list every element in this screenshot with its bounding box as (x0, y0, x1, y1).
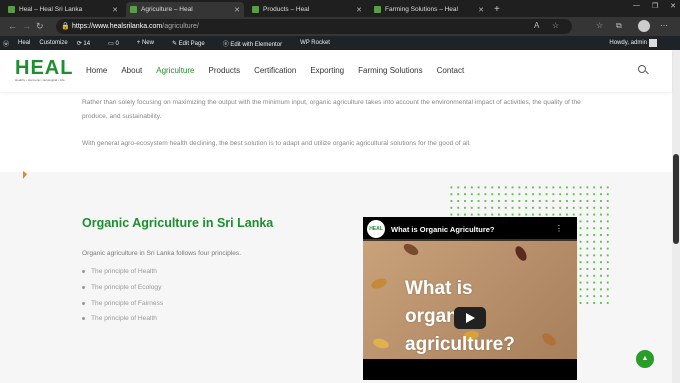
list-item: The principle of Fairness (82, 300, 163, 307)
organic-section: Organic Agriculture in Sri Lanka Organic… (0, 172, 672, 383)
minimize-icon[interactable]: — (633, 2, 640, 10)
back-icon[interactable]: ← (8, 21, 17, 31)
list-item: The principle of Ecology (82, 284, 163, 291)
close-tab-icon[interactable]: ✕ (478, 6, 484, 14)
profile-avatar[interactable] (638, 20, 650, 32)
nav-about[interactable]: About (121, 66, 142, 75)
browser-tab-heal[interactable]: Heal – Heal Sri Lanka ✕ (4, 2, 122, 17)
browser-tab-agriculture[interactable]: Agriculture – Heal ✕ (126, 2, 244, 17)
section-heading: Organic Agriculture in Sri Lanka (82, 216, 274, 230)
main-nav: Home About Agriculture Products Certific… (86, 66, 478, 75)
channel-avatar[interactable]: HEAL (367, 220, 385, 238)
video-title-bar: HEAL What is Organic Agriculture? ⋮ (363, 217, 577, 241)
wp-edit-page-link[interactable]: ✎ Edit Page (172, 40, 214, 47)
admin-avatar[interactable] (649, 39, 657, 47)
address-bar-row: ← → ↻ 🔒 https://www.healsrilanka.com/agr… (0, 17, 680, 36)
tab-label: Farming Solutions – Heal (385, 6, 458, 13)
nav-products[interactable]: Products (209, 66, 241, 75)
new-label: New (141, 40, 154, 46)
wp-admin-bar: ⓦ Heal Customize ⟳ 14 ▭ 0 + New ✎ Edit P… (0, 36, 680, 50)
edit-page-label: Edit Page (178, 40, 205, 47)
seed-decoration (369, 276, 389, 291)
wp-howdy[interactable]: Howdy, admin (609, 40, 647, 46)
favorites-icon[interactable]: ☆ (596, 21, 603, 30)
logo-tagline: Healthy • Harmonic • Ecological • Life (15, 78, 65, 82)
browser-tab-farming[interactable]: Farming Solutions – Heal ✕ (370, 2, 488, 17)
list-item: The principle of Health (82, 268, 163, 275)
wp-updates-count[interactable]: ⟳ 14 (77, 40, 99, 47)
tab-label: Products – Heal (263, 6, 310, 13)
updates-count: 14 (83, 40, 91, 47)
section-lead: Organic agriculture in Sri Lanka follows… (82, 250, 242, 257)
video-title[interactable]: What is Organic Agriculture? (391, 225, 494, 234)
url-input[interactable]: 🔒 https://www.healsrilanka.com/agricultu… (56, 19, 572, 34)
reload-icon[interactable]: ↻ (36, 21, 44, 32)
favicon-icon (374, 6, 381, 13)
nav-certification[interactable]: Certification (254, 66, 296, 75)
new-tab-icon[interactable]: + (494, 2, 500, 17)
page-scrollbar[interactable] (672, 50, 680, 383)
scrollbar-thumb[interactable] (673, 154, 679, 244)
play-button[interactable] (454, 307, 486, 329)
collections-icon[interactable]: ⧉ (616, 21, 622, 31)
url-host: https://www.healsrilanka.com (72, 23, 163, 30)
url-path: /agriculture/ (162, 23, 199, 30)
site-header: HEAL Healthy • Harmonic • Ecological • L… (0, 50, 672, 92)
close-tab-icon[interactable]: ✕ (234, 6, 240, 14)
overlay-line: agriculture? (405, 334, 515, 355)
site-logo[interactable]: HEAL Healthy • Harmonic • Ecological • L… (15, 57, 74, 84)
wp-new-link[interactable]: + New (137, 40, 163, 46)
wordpress-icon[interactable]: ⓦ (3, 39, 9, 48)
tab-label: Heal – Heal Sri Lanka (19, 6, 83, 13)
principles-list: The principle of Health The principle of… (82, 268, 163, 331)
window-controls: — ❐ ✕ (633, 2, 676, 10)
intro-paragraph: With general agro-ecosystem health decli… (82, 140, 471, 147)
seed-decoration (401, 241, 421, 258)
more-menu-icon[interactable]: ⋯ (660, 21, 668, 30)
wp-comments-count[interactable]: ▭ 0 (108, 40, 128, 47)
browser-tab-bar: Heal – Heal Sri Lanka ✕ Agriculture – He… (0, 0, 680, 17)
nav-contact[interactable]: Contact (437, 66, 465, 75)
read-aloud-icon[interactable]: A (534, 21, 539, 30)
intro-text: Rather than solely focusing on maximizin… (82, 96, 592, 165)
wp-elementor-link[interactable]: ⓔ Edit with Elementor (223, 39, 291, 48)
close-tab-icon[interactable]: ✕ (112, 6, 118, 14)
scroll-to-top-button[interactable]: ▲ (636, 350, 654, 368)
favicon-icon (8, 6, 15, 13)
wp-rocket-link[interactable]: WP Rocket (300, 40, 330, 46)
seed-decoration (513, 244, 529, 263)
tab-label: Agriculture – Heal (141, 6, 193, 13)
youtube-video-embed[interactable]: HEAL What is Organic Agriculture? ⋮ What… (363, 217, 577, 380)
favorite-star-icon[interactable]: ☆ (552, 21, 559, 30)
favicon-icon (130, 6, 137, 13)
elementor-label: Edit with Elementor (230, 41, 283, 48)
nav-home[interactable]: Home (86, 66, 107, 75)
video-thumbnail: What is organic agriculture? (363, 239, 577, 359)
nav-exporting[interactable]: Exporting (310, 66, 344, 75)
logo-text: HEAL (15, 57, 74, 79)
nav-farming-solutions[interactable]: Farming Solutions (358, 66, 422, 75)
nav-agriculture[interactable]: Agriculture (156, 66, 194, 75)
search-icon[interactable] (638, 65, 646, 73)
more-vert-icon[interactable]: ⋮ (555, 224, 563, 233)
maximize-icon[interactable]: ❐ (652, 2, 658, 10)
seed-decoration (539, 330, 559, 349)
wp-customize-link[interactable]: Customize (39, 40, 67, 46)
web-page: HEAL Healthy • Harmonic • Ecological • L… (0, 50, 680, 383)
close-window-icon[interactable]: ✕ (670, 2, 676, 10)
lock-icon: 🔒 (61, 23, 70, 30)
favicon-icon (252, 6, 259, 13)
mouse-cursor-icon (23, 171, 27, 179)
list-item: The principle of Health (82, 315, 163, 322)
overlay-line: What is (405, 278, 473, 299)
seed-decoration (372, 337, 390, 350)
browser-tab-products[interactable]: Products – Heal ✕ (248, 2, 366, 17)
close-tab-icon[interactable]: ✕ (356, 6, 362, 14)
intro-paragraph: Rather than solely focusing on maximizin… (82, 99, 581, 120)
forward-icon[interactable]: → (22, 21, 31, 31)
wp-site-link[interactable]: Heal (18, 40, 30, 46)
comments-count: 0 (115, 40, 119, 47)
